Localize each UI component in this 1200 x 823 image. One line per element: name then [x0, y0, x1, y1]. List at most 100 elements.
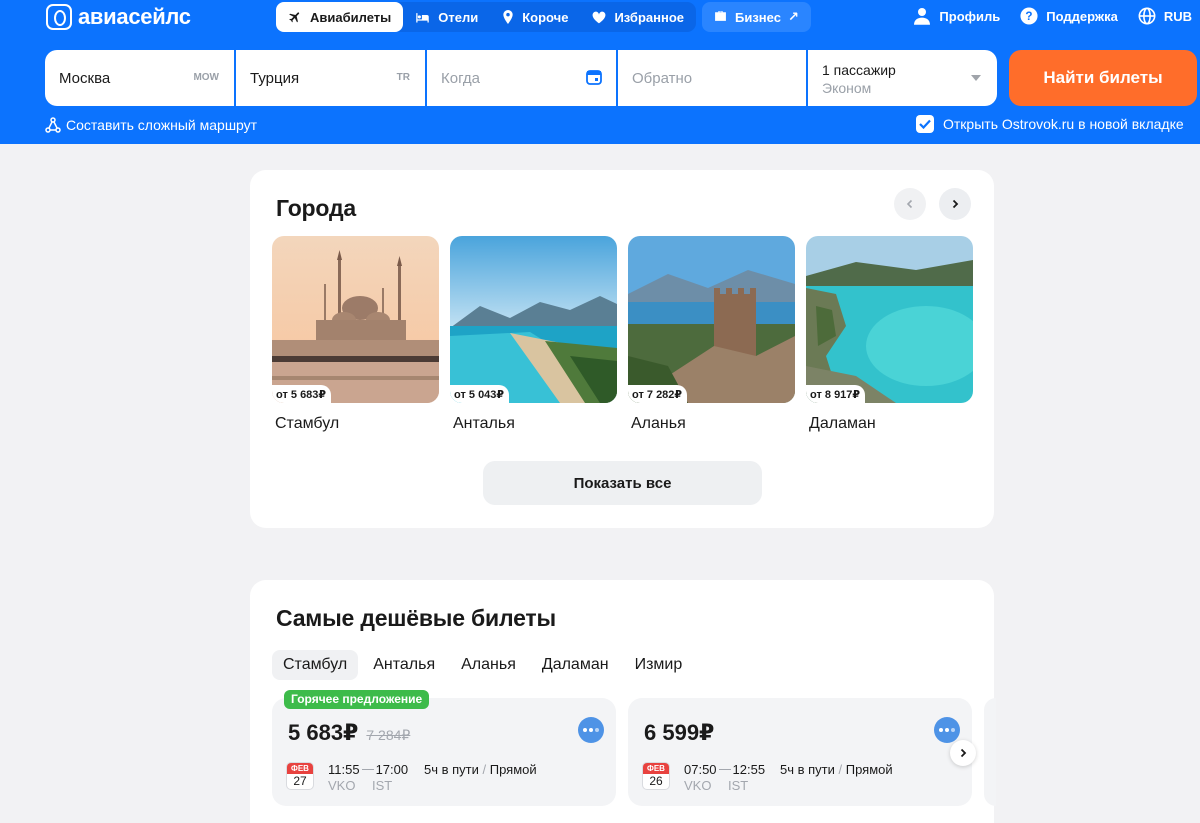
- main-nav: Авиабилеты Отели Короче Избранное: [276, 2, 696, 32]
- return-date-field[interactable]: Обратно: [618, 50, 806, 106]
- arrival-time: 12:55: [732, 762, 766, 777]
- briefcase-icon: [714, 10, 727, 25]
- arrival-time: 17:00: [375, 762, 409, 777]
- origin-field[interactable]: Москва MOW: [45, 50, 234, 106]
- city-card-istanbul[interactable]: от 5 683₽ Стамбул: [272, 236, 439, 433]
- city-price: от 5 683₽: [272, 385, 332, 403]
- date-day: 26: [649, 774, 663, 788]
- search-button[interactable]: Найти билеты: [1009, 50, 1197, 106]
- cabin-class: Эконом: [822, 80, 872, 96]
- tickets-next-button[interactable]: [950, 740, 976, 766]
- date-month: ФЕВ: [287, 763, 313, 774]
- airport-codes: VKO IST: [328, 778, 392, 793]
- stops: Прямой: [489, 762, 537, 777]
- departure-time: 07:50: [684, 762, 717, 777]
- origin-value: Москва: [59, 70, 111, 87]
- cheapest-title: Самые дешёвые билеты: [276, 605, 556, 631]
- ticket-price: 6 599₽: [644, 720, 715, 745]
- istanbul-mosque-photo: от 5 683₽: [272, 236, 439, 403]
- destination-field[interactable]: Турция TR: [236, 50, 425, 106]
- return-date-placeholder: Обратно: [632, 70, 693, 87]
- complex-route-link[interactable]: Составить сложный маршрут: [45, 117, 257, 133]
- tab-antalya[interactable]: Анталья: [362, 650, 446, 680]
- origin-code: MOW: [193, 72, 219, 83]
- alanya-fortress-photo: от 7 282₽: [628, 236, 795, 403]
- ticket-card[interactable]: 5 683₽ 7 284₽ ФЕВ 27 11:55 17:00 VKO IST…: [272, 698, 616, 806]
- tab-izmir[interactable]: Измир: [624, 650, 694, 680]
- nav-hotels[interactable]: Отели: [403, 2, 490, 32]
- currency-label: RUB: [1163, 8, 1192, 24]
- ticket-price-block: 6 599₽: [644, 720, 714, 746]
- support-label: Поддержка: [1046, 8, 1118, 24]
- calendar-icon: [586, 69, 602, 85]
- departure-code: VKO: [684, 778, 712, 793]
- ticket-price: 5 683₽: [288, 720, 359, 745]
- tab-alanya[interactable]: Аланья: [450, 650, 527, 680]
- heart-icon: [592, 11, 606, 24]
- external-arrow-icon: ↗: [787, 9, 799, 24]
- show-all-button[interactable]: Показать все: [483, 461, 762, 505]
- globe-icon: [1138, 7, 1156, 25]
- departure-time: 11:55: [328, 762, 360, 777]
- duration: 5ч в пути: [424, 762, 479, 777]
- nav-flights[interactable]: Авиабилеты: [276, 2, 404, 32]
- currency-link[interactable]: RUB: [1138, 7, 1192, 25]
- city-name: Даламан: [809, 415, 876, 432]
- city-price: от 5 043₽: [450, 385, 510, 403]
- depart-date-field[interactable]: Когда: [427, 50, 616, 106]
- svg-text:?: ?: [1026, 10, 1033, 23]
- flight-duration: 5ч в пути / Прямой: [424, 762, 537, 777]
- chevron-right-icon: [952, 199, 959, 209]
- profile-label: Профиль: [939, 8, 1001, 24]
- plane-icon: [288, 10, 302, 24]
- city-card-alanya[interactable]: от 7 282₽ Аланья: [628, 236, 795, 433]
- tab-istanbul[interactable]: Стамбул: [272, 650, 359, 680]
- hot-offer-badge: Горячее предложение: [284, 690, 430, 709]
- nav-business[interactable]: Бизнес ↗: [702, 2, 811, 32]
- logo[interactable]: авиасейлс: [46, 4, 191, 30]
- nav-koroche[interactable]: Короче: [490, 2, 580, 32]
- route-icon: [45, 117, 61, 133]
- bed-icon: [415, 11, 430, 24]
- nav-business-label: Бизнес: [735, 9, 781, 25]
- chevron-left-icon: [906, 199, 913, 209]
- airport-codes: VKO IST: [684, 778, 748, 793]
- ostrovok-option[interactable]: Открыть Ostrovok.ru в новой вкладке: [916, 115, 1184, 133]
- chevron-right-icon: [960, 748, 967, 758]
- date-day: 27: [293, 774, 307, 788]
- flight-times: 11:55 17:00: [328, 762, 408, 777]
- nav-favorites[interactable]: Избранное: [580, 2, 696, 32]
- complex-route-label: Составить сложный маршрут: [66, 117, 258, 133]
- passengers-field[interactable]: 1 пассажир Эконом: [808, 50, 997, 106]
- city-card-antalya[interactable]: от 5 043₽ Анталья: [450, 236, 617, 433]
- user-icon: [913, 7, 931, 25]
- city-card-dalaman[interactable]: от 8 917₽ Даламан: [806, 236, 973, 433]
- chevron-down-icon: [971, 75, 981, 81]
- duration: 5ч в пути: [780, 762, 835, 777]
- logo-icon: [46, 4, 72, 30]
- city-price: от 8 917₽: [806, 385, 866, 403]
- profile-link[interactable]: Профиль: [913, 7, 1000, 25]
- destination-tabs: Стамбул Анталья Аланья Даламан Измир: [272, 650, 697, 680]
- pin-icon: [502, 10, 514, 24]
- ostrovok-checkbox[interactable]: [916, 115, 934, 133]
- ticket-card-peek[interactable]: [984, 698, 996, 806]
- help-icon: ?: [1020, 7, 1038, 25]
- nav-hotels-label: Отели: [438, 9, 479, 25]
- depart-date-placeholder: Когда: [441, 70, 480, 87]
- support-link[interactable]: ? Поддержка: [1020, 7, 1118, 25]
- tab-dalaman[interactable]: Даламан: [531, 650, 620, 680]
- date-badge: ФЕВ 27: [286, 762, 314, 790]
- airline-logo-icon: [578, 717, 604, 743]
- carousel-next-button[interactable]: [939, 188, 971, 220]
- antalya-coast-photo: от 5 043₽: [450, 236, 617, 403]
- stops: Прямой: [845, 762, 893, 777]
- carousel-prev-button[interactable]: [894, 188, 926, 220]
- logo-text: авиасейлс: [78, 4, 191, 29]
- departure-code: VKO: [328, 778, 356, 793]
- city-name: Стамбул: [275, 415, 340, 432]
- ticket-card[interactable]: 6 599₽ ФЕВ 26 07:50 12:55 VKO IST 5ч в п…: [628, 698, 972, 806]
- nav-flights-label: Авиабилеты: [310, 9, 392, 25]
- city-name: Анталья: [453, 415, 515, 432]
- ostrovok-label: Открыть Ostrovok.ru в новой вкладке: [943, 116, 1184, 132]
